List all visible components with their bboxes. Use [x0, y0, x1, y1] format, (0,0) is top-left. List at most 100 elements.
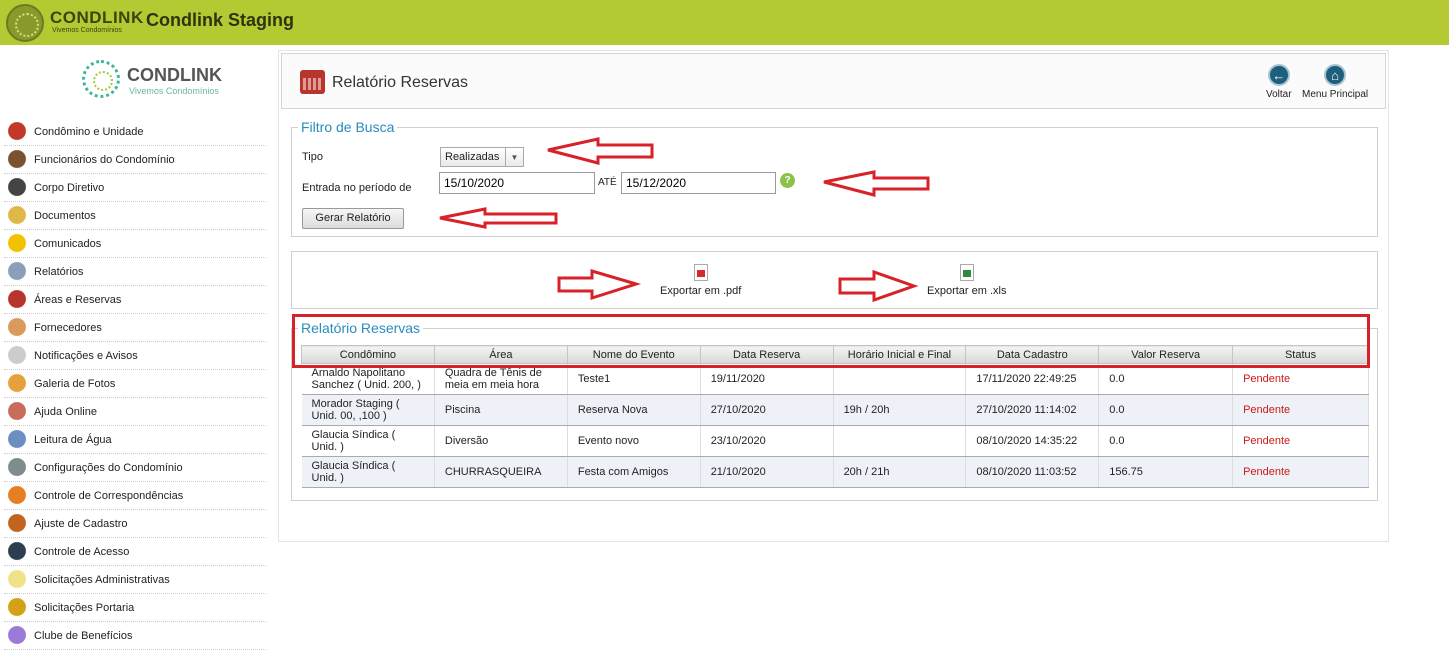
table-cell: 156.75	[1098, 456, 1234, 488]
sidebar-logo[interactable]: CONDLINK Vivemos Condomínios	[82, 60, 232, 104]
chevron-down-icon: ▼	[505, 148, 523, 166]
sidebar-logo-text: CONDLINK	[127, 65, 222, 85]
column-header: Horário Inicial e Final	[832, 345, 967, 364]
table-cell: Teste1	[567, 363, 701, 395]
table-row[interactable]: Glaucia Síndica ( Unid. ) CHURRASQUEIRA Fe…	[301, 456, 1369, 488]
export-xls-button[interactable]: Exportar em .xls	[927, 264, 1006, 297]
sidebar-item[interactable]: Fornecedores	[4, 314, 266, 342]
table-cell: Morador Staging ( Unid. 00, ,100 )	[301, 394, 435, 426]
sidebar-item[interactable]: Documentos	[4, 202, 266, 230]
xls-file-icon	[959, 264, 974, 281]
sidebar-item[interactable]: Configurações do Condomínio	[4, 454, 266, 482]
sidebar-item[interactable]: Corpo Diretivo	[4, 174, 266, 202]
table-cell: Glaucia Síndica ( Unid. )	[301, 456, 435, 488]
condlink-logo-icon	[82, 60, 120, 98]
sidebar-item[interactable]: Controle de Acesso	[4, 538, 266, 566]
home-button[interactable]: ⌂ Menu Principal	[1302, 64, 1368, 100]
table-cell: Evento novo	[567, 425, 701, 457]
sidebar-menu: Condômino e Unidade Funcionários do Condo…	[4, 118, 266, 650]
tipo-select-value: Realizadas	[445, 151, 500, 163]
sidebar-item[interactable]: Notificações e Avisos	[4, 342, 266, 370]
sidebar-item-label: Notificações e Avisos	[34, 349, 138, 362]
table-cell: 0.0	[1098, 363, 1234, 395]
table-cell: CHURRASQUEIRA	[434, 456, 568, 488]
sidebar-item[interactable]: Relatórios	[4, 258, 266, 286]
table-cell: Quadra de Tênis de meia em meia hora	[434, 363, 568, 395]
tipo-select[interactable]: Realizadas ▼	[440, 147, 524, 167]
date-from-input[interactable]	[439, 172, 595, 194]
tipo-label: Tipo	[302, 151, 323, 163]
page-header: Relatório Reservas ← Voltar ⌂ Menu Princ…	[281, 53, 1386, 109]
filter-fieldset: Filtro de Busca Tipo Realizadas ▼ Entrad…	[291, 119, 1378, 237]
table-cell: 27/10/2020 11:14:02	[965, 394, 1100, 426]
table-row[interactable]: Arnaldo Napolitano Sanchez ( Unid. 200, …	[301, 363, 1369, 395]
sidebar-item-label: Clube de Benefícios	[34, 629, 133, 642]
sidebar-item-label: Funcionários do Condomínio	[34, 153, 175, 166]
table-cell: 21/10/2020	[700, 456, 834, 488]
sidebar-item-label: Controle de Acesso	[34, 545, 130, 558]
column-header: Condômino	[301, 345, 435, 364]
sidebar-item-label: Áreas e Reservas	[34, 293, 122, 306]
sidebar-item[interactable]: Condômino e Unidade	[4, 118, 266, 146]
column-header: Valor Reserva	[1098, 345, 1234, 364]
sidebar-item[interactable]: Leitura de Água	[4, 426, 266, 454]
table-cell: 23/10/2020	[700, 425, 834, 457]
status-cell: Pendente	[1232, 394, 1369, 426]
wallet-icon	[6, 513, 28, 534]
export-pdf-button[interactable]: Exportar em .pdf	[660, 264, 741, 297]
table-row[interactable]: Morador Staging ( Unid. 00, ,100 ) Piscin…	[301, 394, 1369, 426]
generate-report-button[interactable]: Gerar Relatório	[302, 208, 404, 229]
sidebar-item-label: Condômino e Unidade	[34, 125, 144, 138]
table-cell: Arnaldo Napolitano Sanchez ( Unid. 200, …	[301, 363, 435, 395]
sidebar-item-label: Fornecedores	[34, 321, 102, 334]
table-cell: Glaucia Síndica ( Unid. )	[301, 425, 435, 457]
sidebar-item[interactable]: Ajuste de Cadastro	[4, 510, 266, 538]
date-to-input[interactable]	[621, 172, 776, 194]
table-cell: 0.0	[1098, 425, 1234, 457]
report-fieldset: Relatório Reservas Condômino Área Nome do …	[291, 320, 1378, 501]
sidebar-item[interactable]: Funcionários do Condomínio	[4, 146, 266, 174]
photos-icon	[6, 373, 28, 394]
table-cell: 19h / 20h	[833, 394, 967, 426]
table-cell: Festa com Amigos	[567, 456, 701, 488]
hammer-icon	[6, 597, 28, 618]
sidebar-item[interactable]: Solicitações Administrativas	[4, 566, 266, 594]
globe-icon	[6, 625, 28, 646]
back-arrow-icon: ←	[1267, 64, 1290, 86]
workers-icon	[6, 149, 28, 170]
main-panel: Relatório Reservas ← Voltar ⌂ Menu Princ…	[278, 50, 1389, 542]
help-people-icon	[6, 401, 28, 422]
table-cell: 08/10/2020 11:03:52	[965, 456, 1100, 488]
sidebar-item-label: Ajuda Online	[34, 405, 97, 418]
export-box: Exportar em .pdf Exportar em .xls	[291, 251, 1378, 309]
sidebar-item[interactable]: Comunicados	[4, 230, 266, 258]
column-header: Nome do Evento	[566, 345, 701, 364]
sidebar-item[interactable]: Solicitações Portaria	[4, 594, 266, 622]
mail-icon	[6, 485, 28, 506]
table-cell	[833, 425, 967, 457]
table-cell: Diversão	[434, 425, 568, 457]
sidebar-item[interactable]: Controle de Correspondências	[4, 482, 266, 510]
table-row[interactable]: Glaucia Síndica ( Unid. ) Diversão Evento …	[301, 425, 1369, 457]
sidebar-item[interactable]: Galeria de Fotos	[4, 370, 266, 398]
top-bar: CONDLINK Vivemos Condomínios Condlink St…	[0, 0, 1449, 45]
sidebar-item-label: Configurações do Condomínio	[34, 461, 183, 474]
bell-icon	[6, 345, 28, 366]
column-header: Data Cadastro	[965, 345, 1100, 364]
sidebar-item[interactable]: Ajuda Online	[4, 398, 266, 426]
sidebar-item[interactable]: Áreas e Reservas	[4, 286, 266, 314]
sidebar-item-label: Ajuste de Cadastro	[34, 517, 128, 530]
home-label: Menu Principal	[1302, 89, 1369, 100]
faucet-icon	[6, 429, 28, 450]
top-brand: CONDLINK	[50, 8, 144, 27]
table-header-row: Condômino Área Nome do Evento Data Reserva H…	[301, 345, 1369, 364]
pdf-file-icon	[693, 264, 708, 281]
sidebar-item[interactable]: Clube de Benefícios	[4, 622, 266, 650]
help-icon[interactable]: ?	[780, 173, 795, 188]
back-button[interactable]: ← Voltar	[1266, 64, 1292, 100]
filter-legend: Filtro de Busca	[298, 119, 398, 135]
report-legend: Relatório Reservas	[298, 320, 424, 336]
status-cell: Pendente	[1232, 425, 1369, 457]
status-cell: Pendente	[1232, 363, 1369, 395]
table-cell: 19/11/2020	[700, 363, 834, 395]
